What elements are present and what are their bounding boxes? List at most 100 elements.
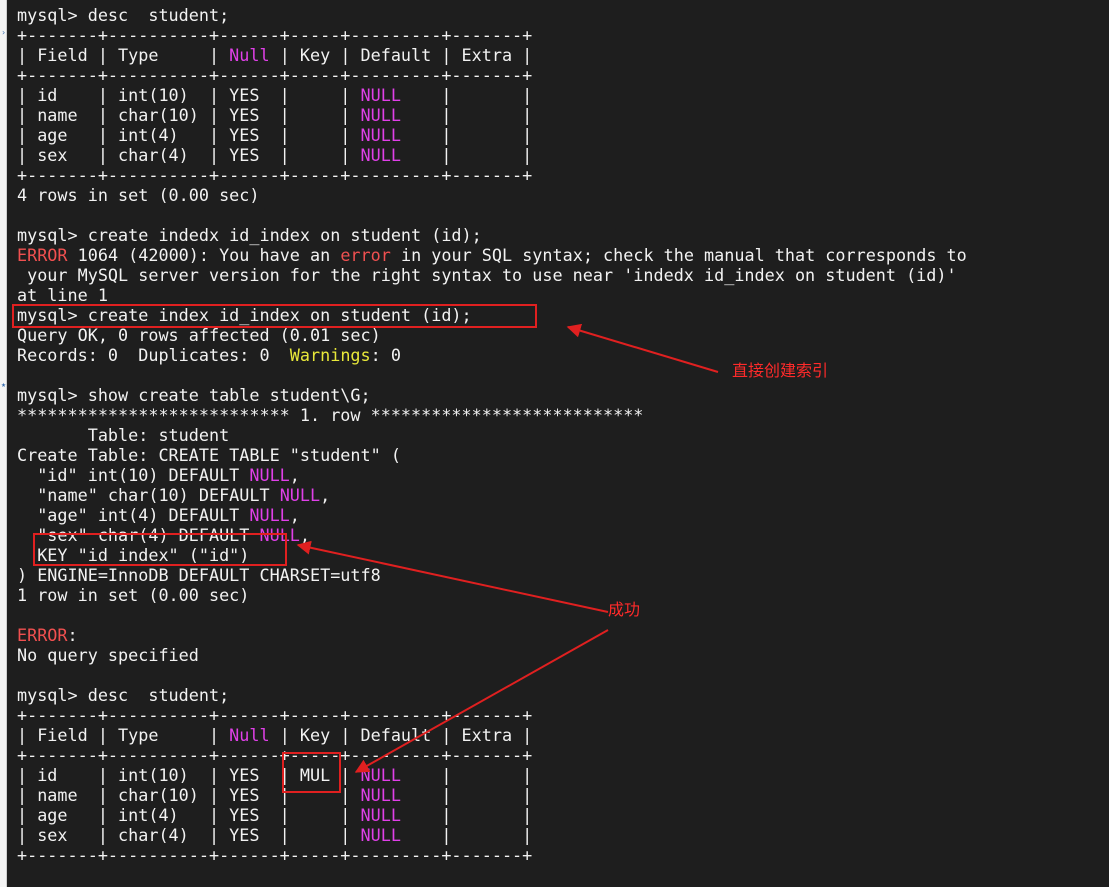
side-panel-edge: › ★ (0, 0, 7, 887)
terminal-line: | Field | Type | Null | Key | Default | … (17, 45, 967, 65)
terminal-text: , (289, 465, 300, 485)
terminal-text: mysql> desc student; (17, 685, 230, 705)
terminal-text: Records: 0 Duplicates: 0 (17, 345, 290, 365)
highlight-mul (282, 752, 341, 793)
terminal-line: | age | int(4) | YES | | NULL | | (17, 805, 967, 825)
null-keyword: NULL (360, 85, 401, 105)
terminal-text: Query OK, 0 rows affected (0.01 sec) (17, 325, 381, 345)
terminal-text: | | (400, 85, 533, 105)
null-keyword: NULL (360, 825, 401, 845)
terminal-text: , (299, 525, 311, 545)
terminal-text: | | (400, 765, 533, 785)
terminal-line: | name | char(10) | YES | | NULL | | (17, 105, 967, 125)
terminal-text: mysql> desc student; (17, 5, 230, 25)
terminal-line: mysql> show create table student\G; (17, 385, 967, 405)
terminal-text: +-------+----------+------+-----+-------… (17, 705, 533, 725)
terminal-text: | | (400, 785, 533, 805)
terminal-text: mysql> create indedx id_index on student… (17, 225, 482, 245)
null-keyword: NULL (360, 145, 401, 165)
terminal-text: ) ENGINE=InnoDB DEFAULT CHARSET=utf8 (17, 565, 381, 585)
terminal-output: mysql> desc student; +-------+----------+… (17, 5, 967, 865)
terminal-line: | Field | Type | Null | Key | Default | … (17, 725, 967, 745)
terminal-line: +-------+----------+------+-----+-------… (17, 165, 967, 185)
null-keyword: NULL (360, 105, 401, 125)
terminal-line: mysql> desc student; (17, 5, 967, 25)
terminal-text: *************************** 1. row *****… (17, 405, 644, 425)
terminal-text: , (289, 505, 300, 525)
terminal-text: +-------+----------+------+-----+-------… (17, 845, 533, 865)
terminal-line: "id" int(10) DEFAULT NULL, (17, 465, 967, 485)
null-keyword: NULL (249, 465, 290, 485)
terminal-line: +-------+----------+------+-----+-------… (17, 25, 967, 45)
terminal-line: "name" char(10) DEFAULT NULL, (17, 485, 967, 505)
terminal-text: | | (400, 125, 533, 145)
terminal-line: ) ENGINE=InnoDB DEFAULT CHARSET=utf8 (17, 565, 967, 585)
terminal-line: ERROR: (17, 625, 967, 645)
terminal-line: +-------+----------+------+-----+-------… (17, 65, 967, 85)
null-keyword: NULL (360, 785, 401, 805)
null-keyword: Null (229, 725, 270, 745)
terminal-text: | | (400, 825, 533, 845)
terminal-text: No query specified (17, 645, 199, 665)
terminal-text: | age | int(4) | YES | | (17, 805, 361, 825)
terminal-text: | age | int(4) | YES | | (17, 125, 361, 145)
terminal-text: Create Table: CREATE TABLE "student" ( (17, 445, 401, 465)
highlight-create-index (12, 304, 537, 328)
terminal-line: Create Table: CREATE TABLE "student" ( (17, 445, 967, 465)
terminal-text: Table: student (17, 425, 230, 445)
terminal-text: "name" char(10) DEFAULT (17, 485, 280, 505)
terminal-line: | sex | char(4) | YES | | NULL | | (17, 145, 967, 165)
null-keyword: NULL (360, 805, 401, 825)
terminal-text: : 0 (370, 345, 401, 365)
terminal-line: your MySQL server version for the right … (17, 265, 967, 285)
terminal-text: your MySQL server version for the right … (17, 265, 957, 285)
terminal-line: mysql> desc student; (17, 685, 967, 705)
null-keyword: NULL (360, 125, 401, 145)
terminal-text: at line 1 (17, 285, 108, 305)
terminal-text: , (320, 485, 331, 505)
star-icon: ★ (1, 380, 6, 389)
terminal-line: | sex | char(4) | YES | | NULL | | (17, 825, 967, 845)
error-keyword: ERROR (17, 245, 68, 265)
terminal-text: "id" int(10) DEFAULT (17, 465, 250, 485)
error-keyword: ERROR (17, 625, 68, 645)
terminal-text: +-------+----------+------+-----+-------… (17, 25, 533, 45)
terminal-line: No query specified (17, 645, 967, 665)
terminal-text: : (67, 625, 78, 645)
terminal-text: +-------+----------+------+-----+-------… (17, 65, 533, 85)
terminal-line: | age | int(4) | YES | | NULL | | (17, 125, 967, 145)
terminal-line: Query OK, 0 rows affected (0.01 sec) (17, 325, 967, 345)
note-create-index: 直接创建索引 (732, 361, 829, 380)
terminal-text: | sex | char(4) | YES | | (17, 145, 361, 165)
terminal-text: | Field | Type | (17, 45, 230, 65)
warnings-keyword: Warnings (289, 345, 371, 365)
terminal-line: 1 row in set (0.00 sec) (17, 585, 967, 605)
terminal-text: | Key | Default | Extra | (269, 725, 533, 745)
terminal-text: | id | int(10) | YES | | (17, 85, 361, 105)
terminal-text: | | (400, 145, 533, 165)
terminal-line: +-------+----------+------+-----+-------… (17, 705, 967, 725)
terminal-text: | Key | Default | Extra | (269, 45, 533, 65)
terminal-text: +-------+----------+------+-----+-------… (17, 745, 533, 765)
highlight-key-line (33, 533, 287, 566)
terminal-text: | | (400, 105, 533, 125)
error-keyword: error (340, 245, 391, 265)
chevron-right-icon: › (1, 28, 6, 37)
terminal-text: 1064 (42000): You have an (67, 245, 341, 265)
null-keyword: NULL (249, 505, 290, 525)
terminal-text: | Field | Type | (17, 725, 230, 745)
terminal-line: +-------+----------+------+-----+-------… (17, 745, 967, 765)
null-keyword: Null (229, 45, 270, 65)
terminal-line: | name | char(10) | YES | | NULL | | (17, 785, 967, 805)
terminal-text: in your SQL syntax; check the manual tha… (390, 245, 967, 265)
terminal-text: +-------+----------+------+-----+-------… (17, 165, 533, 185)
terminal-line: | id | int(10) | YES | MUL | NULL | | (17, 765, 967, 785)
terminal-text: 4 rows in set (0.00 sec) (17, 185, 260, 205)
null-keyword: NULL (279, 485, 321, 505)
terminal-text: mysql> show create table student\G; (17, 385, 371, 405)
terminal-line: Table: student (17, 425, 967, 445)
terminal-line: *************************** 1. row *****… (17, 405, 967, 425)
terminal-line: +-------+----------+------+-----+-------… (17, 845, 967, 865)
